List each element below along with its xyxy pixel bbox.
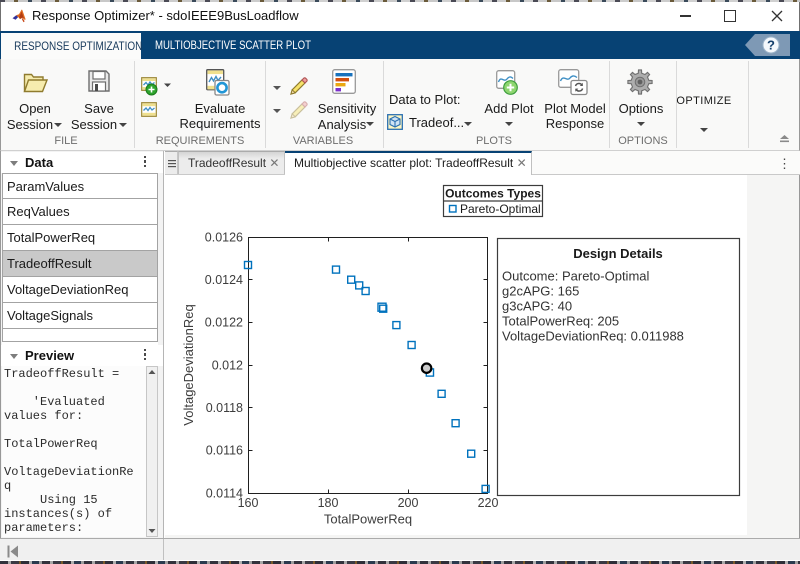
svg-text:VoltageDeviationReq: VoltageDeviationReq	[181, 304, 196, 425]
svg-text:200: 200	[398, 496, 419, 510]
svg-text:?: ?	[767, 38, 775, 53]
svg-text:180: 180	[318, 496, 339, 510]
svg-text:TotalPowerReq: 205: TotalPowerReq: 205	[502, 314, 619, 329]
svg-text:0.0114: 0.0114	[206, 487, 243, 501]
svg-text:0.012: 0.012	[212, 359, 243, 373]
svg-text:0.0118: 0.0118	[206, 401, 243, 415]
svg-text:0.0116: 0.0116	[206, 444, 243, 458]
svg-text:Pareto-Optimal: Pareto-Optimal	[460, 202, 541, 216]
svg-text:Outcome: Pareto-Optimal: Outcome: Pareto-Optimal	[502, 269, 649, 284]
svg-text:0.0126: 0.0126	[205, 231, 243, 245]
svg-text:TotalPowerReq: TotalPowerReq	[324, 512, 412, 527]
svg-text:220: 220	[478, 496, 499, 510]
svg-text:0.0124: 0.0124	[205, 273, 243, 287]
svg-text:g2cAPG: 165: g2cAPG: 165	[502, 284, 579, 299]
svg-text:Outcomes Types: Outcomes Types	[445, 187, 541, 201]
svg-text:VoltageDeviationReq: 0.011988: VoltageDeviationReq: 0.011988	[502, 329, 684, 344]
svg-text:0.0122: 0.0122	[205, 316, 243, 330]
svg-text:g3cAPG: 40: g3cAPG: 40	[502, 299, 572, 314]
svg-text:Design Details: Design Details	[573, 246, 663, 261]
